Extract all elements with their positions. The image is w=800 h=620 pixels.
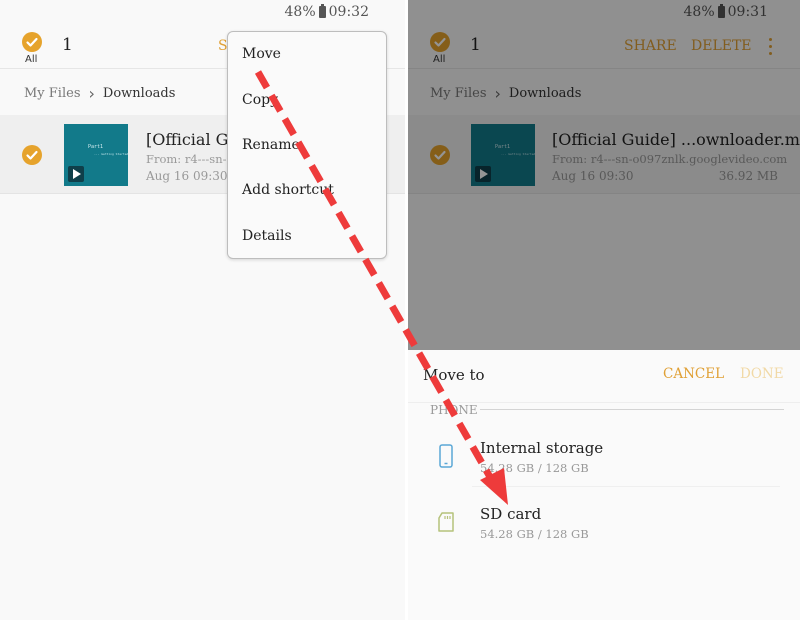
cancel-button[interactable]: CANCEL — [663, 366, 724, 382]
menu-item-rename[interactable]: Rename — [242, 137, 300, 153]
breadcrumb: My Files › Downloads — [24, 84, 175, 103]
battery-percent: 48% — [284, 4, 316, 20]
file-name: [Official Gu — [146, 130, 239, 149]
divider — [472, 486, 780, 487]
thumbnail-subtitle: --- Getting Started — [94, 152, 129, 156]
storage-name: Internal storage — [480, 439, 604, 457]
storage-usage: 54.28 GB / 128 GB — [480, 461, 589, 475]
done-button[interactable]: DONE — [740, 366, 784, 382]
selected-count: 1 — [62, 35, 73, 55]
menu-item-details[interactable]: Details — [242, 228, 292, 244]
left-screen: 48% 09:32 All 1 S My Files › Downloads P… — [0, 0, 405, 620]
menu-item-move[interactable]: Move — [242, 46, 281, 62]
thumbnail-title: Part1 — [88, 144, 104, 150]
video-thumbnail: Part1 --- Getting Started — [64, 124, 128, 186]
storage-name: SD card — [480, 505, 542, 523]
menu-item-add-shortcut[interactable]: Add shortcut — [242, 182, 334, 198]
clock: 09:32 — [328, 4, 369, 20]
right-screen: 48% 09:31 All 1 SHARE DELETE My Files › … — [408, 0, 800, 620]
menu-item-copy[interactable]: Copy — [242, 92, 278, 108]
section-header-phone: PHONE — [430, 403, 478, 417]
divider — [480, 409, 784, 410]
checkmark-icon — [26, 37, 38, 47]
battery-icon — [318, 4, 326, 18]
checkmark-icon — [26, 150, 38, 160]
status-bar: 48% 09:32 — [285, 4, 369, 20]
select-all-label: All — [25, 54, 38, 65]
sheet-title: Move to — [423, 366, 485, 384]
storage-item-internal[interactable]: Internal storage 54.28 GB / 128 GB — [408, 439, 800, 499]
storage-item-sd-card[interactable]: SD card 54.28 GB / 128 GB — [408, 505, 800, 565]
dim-overlay[interactable] — [408, 0, 800, 350]
breadcrumb-my-files[interactable]: My Files — [24, 86, 81, 101]
sd-card-icon — [438, 512, 454, 532]
play-icon — [68, 166, 84, 182]
move-to-sheet: Move to CANCEL DONE PHONE Internal stora… — [408, 350, 800, 620]
select-all-checkbox[interactable] — [22, 32, 42, 52]
file-date: Aug 16 09:30 — [146, 169, 228, 183]
file-source: From: r4---sn- — [146, 152, 227, 166]
chevron-right-icon: › — [88, 84, 95, 103]
context-menu: Move Copy Rename Add shortcut Details — [227, 31, 387, 259]
breadcrumb-downloads[interactable]: Downloads — [103, 86, 175, 101]
file-checkbox[interactable] — [22, 145, 42, 165]
storage-usage: 54.28 GB / 128 GB — [480, 527, 589, 541]
phone-icon — [439, 444, 453, 468]
